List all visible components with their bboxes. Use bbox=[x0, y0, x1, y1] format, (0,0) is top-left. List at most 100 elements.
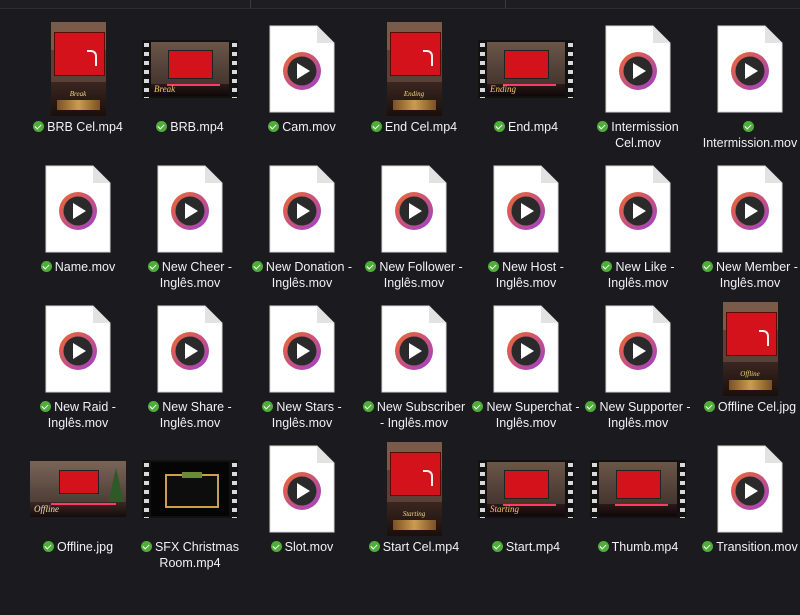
file-item[interactable]: Ending End.mp4 bbox=[470, 22, 582, 162]
file-label: Intermission.mov bbox=[696, 119, 800, 151]
file-thumbnail: Break bbox=[28, 22, 128, 116]
file-name: End.mp4 bbox=[507, 120, 559, 134]
file-item[interactable]: Starting Start.mp4 bbox=[470, 442, 582, 582]
file-label: Name.mov bbox=[24, 259, 132, 275]
file-name: Offline Cel.jpg bbox=[717, 400, 797, 414]
file-item[interactable]: Intermission Cel.mov bbox=[582, 22, 694, 162]
file-thumbnail: Offline bbox=[700, 302, 800, 396]
media-player-file-icon bbox=[269, 25, 335, 113]
file-item[interactable]: Offline Offline Cel.jpg bbox=[694, 302, 800, 442]
synced-check-icon bbox=[140, 541, 152, 552]
file-item[interactable]: New Share - Inglês.mov bbox=[134, 302, 246, 442]
file-name: Transition.mov bbox=[716, 540, 798, 554]
file-item[interactable]: Intermission.mov bbox=[694, 22, 800, 162]
file-name: Intermission Cel.mov bbox=[611, 120, 679, 150]
file-item[interactable]: Break BRB Cel.mp4 bbox=[22, 22, 134, 162]
file-label: End Cel.mp4 bbox=[360, 119, 468, 135]
file-name: BRB Cel.mp4 bbox=[47, 120, 123, 134]
file-name: Start Cel.mp4 bbox=[382, 540, 460, 554]
file-name: New Donation - Inglês.mov bbox=[265, 260, 353, 290]
file-item[interactable]: Name.mov bbox=[22, 162, 134, 302]
file-label: Start Cel.mp4 bbox=[360, 539, 468, 555]
file-item[interactable]: New Donation - Inglês.mov bbox=[246, 162, 358, 302]
file-item[interactable]: Thumb.mp4 bbox=[582, 442, 694, 582]
synced-check-icon bbox=[40, 261, 52, 272]
file-name: Cam.mov bbox=[282, 120, 336, 134]
synced-check-icon bbox=[472, 401, 484, 412]
file-label: New Stars - Inglês.mov bbox=[248, 399, 356, 431]
media-player-file-icon bbox=[45, 165, 111, 253]
file-item[interactable]: New Follower - Inglês.mov bbox=[358, 162, 470, 302]
file-item[interactable]: Starting Start Cel.mp4 bbox=[358, 442, 470, 582]
portrait-video-thumbnail: Break bbox=[50, 22, 106, 116]
file-thumbnail bbox=[588, 302, 688, 396]
media-player-file-icon bbox=[717, 445, 783, 533]
synced-check-icon bbox=[251, 261, 263, 272]
file-label: Intermission Cel.mov bbox=[584, 119, 692, 151]
synced-check-icon bbox=[702, 541, 714, 552]
file-thumbnail bbox=[700, 442, 800, 536]
file-item[interactable]: New Cheer - Inglês.mov bbox=[134, 162, 246, 302]
media-player-file-icon bbox=[493, 165, 559, 253]
file-item[interactable]: New Supporter - Inglês.mov bbox=[582, 302, 694, 442]
file-thumbnail bbox=[140, 162, 240, 256]
media-player-file-icon bbox=[717, 165, 783, 253]
file-label: New Follower - Inglês.mov bbox=[360, 259, 468, 291]
synced-check-icon bbox=[270, 541, 282, 552]
file-name: New Supporter - Inglês.mov bbox=[599, 400, 691, 430]
video-filmstrip-thumbnail bbox=[142, 460, 238, 518]
file-item[interactable]: New Host - Inglês.mov bbox=[470, 162, 582, 302]
file-thumbnail bbox=[252, 302, 352, 396]
synced-check-icon bbox=[597, 541, 609, 552]
file-item[interactable]: Transition.mov bbox=[694, 442, 800, 582]
file-label: BRB Cel.mp4 bbox=[24, 119, 132, 135]
file-item[interactable]: New Stars - Inglês.mov bbox=[246, 302, 358, 442]
file-item[interactable]: Cam.mov bbox=[246, 22, 358, 162]
synced-check-icon bbox=[147, 261, 159, 272]
file-item[interactable]: Break BRB.mp4 bbox=[134, 22, 246, 162]
media-player-file-icon bbox=[605, 25, 671, 113]
file-item[interactable]: New Raid - Inglês.mov bbox=[22, 302, 134, 442]
media-player-file-icon bbox=[717, 25, 783, 113]
file-label: End.mp4 bbox=[472, 119, 580, 135]
file-name: New Superchat - Inglês.mov bbox=[486, 400, 580, 430]
file-label: Start.mp4 bbox=[472, 539, 580, 555]
file-label: Thumb.mp4 bbox=[584, 539, 692, 555]
synced-check-icon bbox=[493, 121, 505, 132]
file-item[interactable]: Offline Offline.jpg bbox=[22, 442, 134, 582]
file-label: Cam.mov bbox=[248, 119, 356, 135]
synced-check-icon bbox=[702, 261, 714, 272]
file-label: Offline.jpg bbox=[24, 539, 132, 555]
file-label: New Raid - Inglês.mov bbox=[24, 399, 132, 431]
file-thumbnail: Ending bbox=[476, 22, 576, 116]
file-item[interactable]: SFX Christmas Room.mp4 bbox=[134, 442, 246, 582]
file-thumbnail: Break bbox=[140, 22, 240, 116]
file-item[interactable]: Ending End Cel.mp4 bbox=[358, 22, 470, 162]
portrait-video-thumbnail: Starting bbox=[386, 442, 442, 536]
synced-check-icon bbox=[601, 261, 613, 272]
file-thumbnail: Starting bbox=[364, 442, 464, 536]
file-label: New Supporter - Inglês.mov bbox=[584, 399, 692, 431]
file-name: New Follower - Inglês.mov bbox=[379, 260, 463, 290]
file-label: Transition.mov bbox=[696, 539, 800, 555]
media-player-file-icon bbox=[493, 305, 559, 393]
file-item[interactable]: New Superchat - Inglês.mov bbox=[470, 302, 582, 442]
synced-check-icon bbox=[491, 541, 503, 552]
media-player-file-icon bbox=[605, 165, 671, 253]
synced-check-icon bbox=[585, 401, 597, 412]
file-name: New Cheer - Inglês.mov bbox=[159, 260, 233, 290]
file-item[interactable]: New Like - Inglês.mov bbox=[582, 162, 694, 302]
file-thumbnail bbox=[588, 162, 688, 256]
file-thumbnail bbox=[28, 162, 128, 256]
file-thumbnail bbox=[252, 162, 352, 256]
synced-check-icon bbox=[365, 261, 377, 272]
file-item[interactable]: New Subscriber - Inglês.mov bbox=[358, 302, 470, 442]
media-player-file-icon bbox=[269, 165, 335, 253]
synced-check-icon bbox=[40, 401, 52, 412]
file-item[interactable]: New Member - Inglês.mov bbox=[694, 162, 800, 302]
file-label: New Cheer - Inglês.mov bbox=[136, 259, 244, 291]
file-item[interactable]: Slot.mov bbox=[246, 442, 358, 582]
media-player-file-icon bbox=[157, 165, 223, 253]
synced-check-icon bbox=[268, 121, 280, 132]
file-name: SFX Christmas Room.mp4 bbox=[154, 540, 240, 570]
